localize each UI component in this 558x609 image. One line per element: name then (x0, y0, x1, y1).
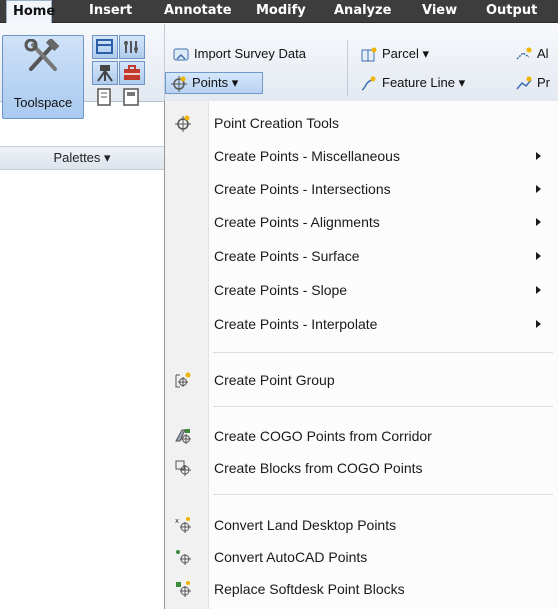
tab-insert[interactable]: Insert (83, 0, 138, 22)
menu-item-point-creation-tools[interactable]: Point Creation Tools (165, 109, 558, 137)
blocks-from-points-icon (175, 460, 191, 476)
alignment-button[interactable]: Al (515, 44, 549, 64)
menu-item-create-blocks-from-cogo-points[interactable]: Create Blocks from COGO Points (165, 454, 558, 482)
feature-line-button[interactable]: Feature Line ▾ (360, 73, 465, 93)
menu-item-label: Point Creation Tools (214, 115, 340, 131)
alignment-label: Al (537, 46, 549, 61)
menu-separator (213, 352, 553, 353)
menu-item-convert-land-desktop-points[interactable]: x Convert Land Desktop Points (165, 511, 558, 539)
import-survey-label: Import Survey Data (194, 46, 306, 61)
properties-icon (97, 88, 111, 106)
points-icon (171, 75, 187, 92)
prospector-icon (96, 39, 113, 54)
alignment-icon (516, 47, 532, 60)
feature-line-label: Feature Line ▾ (382, 75, 466, 90)
tab-analyze[interactable]: Analyze (328, 0, 397, 22)
menu-item-label: Convert AutoCAD Points (214, 549, 368, 565)
replace-softdesk-icon (176, 581, 191, 597)
tools-icon (24, 39, 60, 71)
toolbox-icon (124, 65, 140, 80)
menu-item-create-points-miscellaneous[interactable]: Create Points - Miscellaneous (165, 142, 558, 170)
menu-item-replace-softdesk-point-blocks[interactable]: Replace Softdesk Point Blocks (165, 575, 558, 603)
menu-item-label: Create Point Group (214, 372, 335, 388)
points-label: Points ▾ (192, 75, 239, 90)
toolbox-button[interactable] (119, 61, 145, 85)
submenu-arrow-icon (536, 185, 541, 193)
submenu-arrow-icon (536, 286, 541, 294)
survey-button[interactable] (92, 61, 118, 85)
convert-autocad-points-icon (176, 550, 191, 565)
menu-item-create-points-alignments[interactable]: Create Points - Alignments (165, 208, 558, 236)
survey-tripod-icon (97, 65, 113, 82)
svg-text:x: x (175, 517, 179, 525)
prospector-button[interactable] (92, 35, 118, 59)
profile-button[interactable]: Pr (515, 73, 550, 93)
convert-ld-points-icon: x (175, 517, 191, 533)
menu-item-create-points-intersections[interactable]: Create Points - Intersections (165, 175, 558, 203)
tab-view[interactable]: View (416, 0, 463, 22)
palettes-panel-label[interactable]: Palettes ▾ (0, 146, 164, 170)
menu-item-label: Create Blocks from COGO Points (214, 460, 423, 476)
tab-home[interactable]: Home (6, 0, 55, 23)
menu-item-create-points-slope[interactable]: Create Points - Slope (165, 276, 558, 304)
tab-modify[interactable]: Modify (250, 0, 312, 22)
submenu-arrow-icon (536, 320, 541, 328)
menu-item-label: Replace Softdesk Point Blocks (214, 581, 405, 597)
tab-annotate[interactable]: Annotate (158, 0, 238, 22)
menu-item-label: Create Points - Slope (214, 282, 348, 298)
menu-item-convert-autocad-points[interactable]: Convert AutoCAD Points (165, 543, 558, 571)
submenu-arrow-icon (536, 152, 541, 160)
menu-item-label: Create Points - Surface (214, 248, 360, 264)
point-group-icon (175, 372, 191, 388)
tab-output[interactable]: Output (480, 0, 543, 22)
profile-icon (516, 76, 532, 90)
menu-item-label: Create Points - Alignments (214, 214, 380, 230)
point-creation-tools-icon (175, 115, 191, 132)
menu-item-label: Convert Land Desktop Points (214, 517, 397, 533)
properties-button[interactable] (92, 86, 118, 110)
submenu-arrow-icon (536, 218, 541, 226)
panel-button[interactable] (119, 86, 145, 110)
menu-item-label: Create Points - Miscellaneous (214, 148, 400, 164)
corridor-points-icon (175, 429, 191, 444)
points-dropdown-button[interactable]: Points ▾ (165, 72, 263, 94)
settings-button[interactable] (119, 35, 145, 59)
menu-item-create-points-surface[interactable]: Create Points - Surface (165, 242, 558, 270)
points-dropdown-menu: Point Creation Tools Create Points - Mis… (164, 101, 558, 609)
import-survey-icon (173, 48, 189, 61)
profile-label: Pr (537, 75, 550, 90)
submenu-arrow-icon (536, 252, 541, 260)
parcel-label: Parcel ▾ (382, 46, 429, 61)
ribbon-divider (347, 40, 348, 96)
menu-item-label: Create Points - Intersections (214, 181, 391, 197)
menu-separator (213, 406, 553, 407)
panel-icon (123, 88, 139, 106)
toolspace-label: Toolspace (13, 95, 73, 110)
menu-item-create-point-group[interactable]: Create Point Group (165, 366, 558, 394)
parcel-button[interactable]: Parcel ▾ (360, 44, 429, 64)
menu-item-create-cogo-points-from-corridor[interactable]: Create COGO Points from Corridor (165, 422, 558, 450)
settings-tools-icon (124, 41, 138, 53)
menu-item-create-points-interpolate[interactable]: Create Points - Interpolate (165, 310, 558, 338)
ribbon-tab-bar: Home Insert Annotate Modify Analyze View… (0, 0, 558, 23)
toolspace-button[interactable]: Toolspace (2, 35, 84, 119)
menu-item-label: Create COGO Points from Corridor (214, 428, 432, 444)
parcel-icon (361, 47, 377, 62)
menu-item-label: Create Points - Interpolate (214, 316, 378, 332)
feature-line-icon (361, 76, 376, 91)
menu-separator (213, 494, 553, 495)
import-survey-data-button[interactable]: Import Survey Data (172, 44, 306, 64)
